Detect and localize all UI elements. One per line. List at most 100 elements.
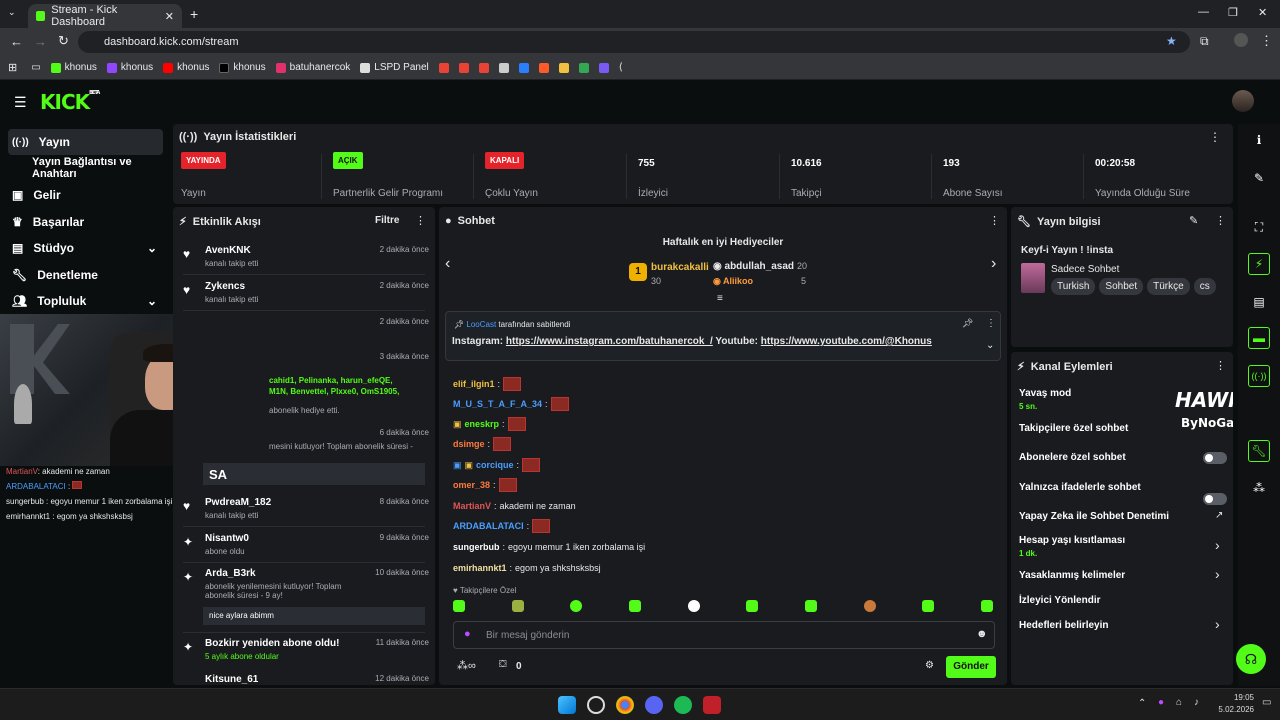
settings-gear-icon[interactable]: ⚙	[925, 660, 934, 671]
emotes-only-toggle[interactable]	[1203, 493, 1227, 505]
more-icon[interactable]: ⋮	[1215, 359, 1226, 372]
sidebar-item-yayin[interactable]: ((·)) Yayın	[8, 129, 163, 155]
bookmark-item[interactable]: khonus	[219, 62, 266, 73]
more-icon[interactable]: ⋮	[989, 214, 1000, 227]
close-tab-icon[interactable]: ✕	[165, 10, 174, 23]
mic-icon[interactable]: ●	[464, 628, 471, 640]
account-age-row[interactable]: Hesap yaşı kısıtlaması 1 dk.	[1019, 535, 1229, 558]
sheets-bookmark-icon[interactable]	[578, 62, 589, 73]
chevron-up-icon[interactable]: ⌃	[1138, 698, 1146, 709]
support-headset-icon[interactable]: ☊	[1236, 644, 1266, 674]
points-icon[interactable]: ⁂∞	[457, 659, 476, 672]
network-icon[interactable]: ⌂	[1176, 697, 1182, 708]
chevron-right-icon[interactable]: ›	[1215, 616, 1220, 632]
pin-icon[interactable]: 📌︎	[962, 318, 973, 329]
more-icon[interactable]: ⋮	[415, 214, 426, 227]
apps-grid-icon[interactable]: ⊞	[8, 61, 17, 74]
edit-icon[interactable]: ✎	[1189, 214, 1198, 227]
doc-bookmark-icon[interactable]	[498, 62, 509, 73]
emote-icon[interactable]	[628, 600, 641, 612]
bookmark-icon[interactable]: ⟨	[619, 62, 623, 73]
send-button[interactable]: Gönder	[946, 656, 996, 678]
bookmark-icon[interactable]	[598, 62, 609, 73]
chevron-down-icon[interactable]: ⌄	[986, 340, 994, 351]
folder-icon[interactable]: ▭	[31, 62, 40, 73]
screenshot-icon[interactable]: ⛶	[1248, 216, 1270, 238]
bookmark-icon[interactable]	[558, 62, 569, 73]
gmail-bookmark-icon[interactable]	[478, 62, 489, 73]
wrench-icon[interactable]: 🔧︎	[1248, 440, 1270, 462]
broadcast-icon[interactable]: ((·))	[1248, 365, 1270, 387]
reload-icon[interactable]: ↻	[58, 33, 69, 49]
search-icon[interactable]	[587, 696, 605, 714]
emote-icon[interactable]	[863, 600, 876, 612]
expand-icon[interactable]: ≡	[717, 293, 723, 304]
chat-input[interactable]: ● Bir mesaj gönderin ☻	[453, 621, 995, 649]
minimize-icon[interactable]: —	[1198, 6, 1209, 18]
more-icon[interactable]: ⋮	[1215, 214, 1226, 227]
document-icon[interactable]: ▤	[1248, 291, 1270, 313]
sidebar-item-gelir[interactable]: ▣ Gelir	[8, 182, 163, 208]
user-avatar[interactable]	[1232, 90, 1254, 112]
extensions-icon[interactable]: ⧉	[1200, 34, 1209, 49]
youtube-link[interactable]: https://www.youtube.com/@Khonus	[761, 336, 932, 347]
sidebar-item-stream-key[interactable]: Yayın Bağlantısı ve Anahtarı	[8, 155, 163, 181]
subscribers-only-toggle[interactable]	[1203, 452, 1227, 464]
bookmark-item[interactable]: khonus	[163, 62, 209, 73]
chevron-right-icon[interactable]: ›	[991, 255, 996, 273]
chevron-right-icon[interactable]: ›	[1215, 537, 1220, 553]
gmail-bookmark-icon[interactable]	[438, 62, 449, 73]
users-icon[interactable]: ⁂	[1248, 477, 1270, 499]
sidebar-item-topluluk[interactable]: 👥︎ Topluluk ⌄	[8, 288, 163, 314]
back-icon[interactable]: ←	[10, 34, 23, 49]
host-row[interactable]: İzleyici Yönlendir	[1019, 595, 1229, 606]
chevron-left-icon[interactable]: ‹	[445, 255, 450, 273]
bookmark-item[interactable]: khonus	[50, 62, 97, 73]
close-window-icon[interactable]: ✕	[1258, 6, 1267, 19]
more-icon[interactable]: ⋮	[1209, 130, 1221, 144]
emote-icon[interactable]	[804, 600, 817, 612]
banned-words-row[interactable]: Yasaklanmış kelimeler	[1019, 570, 1229, 581]
kick-logo[interactable]: KICKBETA	[40, 90, 100, 114]
bookmark-icon[interactable]	[518, 62, 529, 73]
bookmark-star-icon[interactable]: ★	[1166, 34, 1177, 48]
windows-start-icon[interactable]	[558, 696, 576, 714]
sidebar-item-studyo[interactable]: ▤ Stüdyo ⌄	[8, 235, 163, 261]
mic-icon[interactable]: ●	[1158, 697, 1164, 708]
bookmark-item[interactable]: LSPD Panel	[360, 62, 429, 73]
spotify-icon[interactable]	[674, 696, 692, 714]
address-bar[interactable]: dashboard.kick.com/stream	[78, 31, 1190, 53]
sidebar-item-basarilar[interactable]: ♛ Başarılar	[8, 209, 163, 235]
info-icon[interactable]: ℹ	[1248, 129, 1270, 151]
emote-icon[interactable]	[453, 600, 465, 612]
volume-icon[interactable]: ♪	[1194, 697, 1199, 708]
goals-row[interactable]: Hedefleri belirleyin	[1019, 620, 1229, 631]
gmail-bookmark-icon[interactable]	[458, 62, 469, 73]
emote-icon[interactable]	[687, 600, 700, 612]
maximize-icon[interactable]: ❐	[1228, 6, 1238, 19]
chevron-right-icon[interactable]: ›	[1215, 566, 1220, 582]
filter-button[interactable]: Filtre	[375, 215, 399, 226]
forward-icon[interactable]: →	[34, 34, 47, 49]
notification-icon[interactable]: ▭	[1262, 697, 1271, 708]
emote-icon[interactable]	[980, 600, 993, 612]
emote-icon[interactable]	[746, 600, 759, 612]
emote-icon[interactable]	[570, 600, 583, 612]
store-icon[interactable]: ⛋	[499, 659, 507, 670]
tab-list-icon[interactable]: ⌄	[8, 7, 22, 21]
profile-avatar[interactable]	[1234, 33, 1248, 47]
bookmark-icon[interactable]	[538, 62, 549, 73]
emote-icon[interactable]	[922, 600, 935, 612]
bookmark-item[interactable]: khonus	[106, 62, 153, 73]
ai-moderation-row[interactable]: Yapay Zeka ile Sohbet Denetimi	[1019, 511, 1229, 522]
browser-menu-icon[interactable]: ⋮	[1260, 33, 1273, 49]
hamburger-menu-icon[interactable]: ☰	[14, 94, 27, 111]
bookmark-item[interactable]: batuhanercok	[275, 62, 350, 73]
discord-icon[interactable]	[645, 696, 663, 714]
app-icon[interactable]	[703, 696, 721, 714]
emoji-icon[interactable]: ☻	[976, 628, 988, 640]
more-icon[interactable]: ⋮	[986, 318, 996, 329]
edit-icon[interactable]: ✎	[1248, 167, 1270, 189]
sidebar-item-denetleme[interactable]: 🔧︎ Denetleme	[8, 262, 163, 288]
emote-icon[interactable]	[511, 600, 524, 612]
